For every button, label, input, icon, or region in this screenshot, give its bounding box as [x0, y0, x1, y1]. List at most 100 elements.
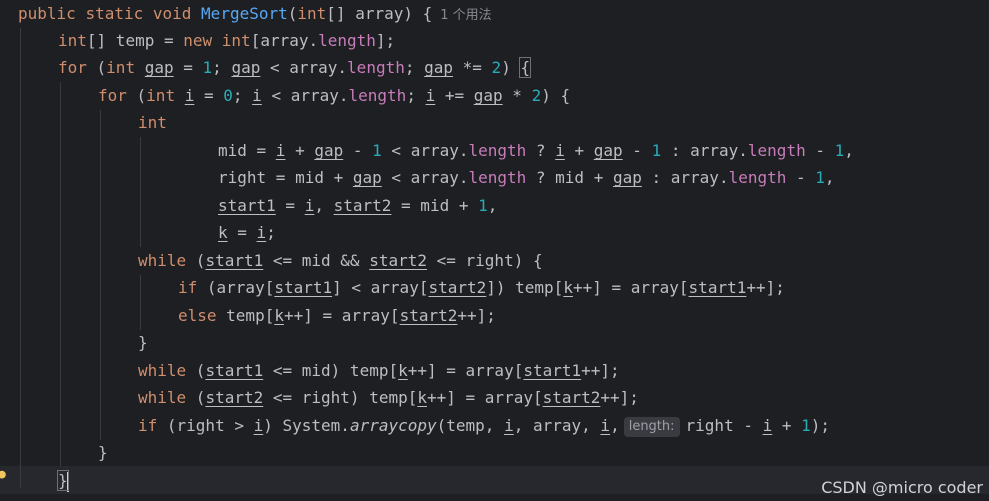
token: while — [138, 361, 187, 380]
code-line-7: right = mid + gap < array.length ? mid +… — [218, 164, 835, 192]
token: i — [275, 141, 286, 160]
code-line-4: for (int i = 0; i < array.length; i += g… — [98, 82, 570, 110]
code-editor[interactable]: ● public static void MergeSort(int[] arr… — [0, 0, 989, 501]
token: < array. — [381, 168, 469, 187]
token: start1 — [205, 251, 264, 270]
token: <= right) temp[ — [263, 388, 418, 407]
token: ( — [186, 251, 206, 270]
token: <= right) { — [427, 251, 543, 270]
token: start2 — [205, 388, 264, 407]
matched-brace: { — [519, 57, 532, 78]
token: <= mid && — [263, 251, 370, 270]
token: = — [194, 86, 224, 105]
token: if — [138, 416, 158, 435]
token: k — [417, 388, 427, 407]
token: [] array) { — [326, 4, 433, 23]
token: start1 — [523, 361, 582, 380]
token: if — [178, 278, 198, 297]
token: 1 — [651, 141, 662, 160]
token: void — [152, 4, 192, 23]
token: k — [274, 306, 284, 325]
token: ) System. — [263, 416, 350, 435]
token: ) — [501, 58, 521, 77]
token: gap — [473, 86, 503, 105]
code-line-15: while (start2 <= right) temp[k++] = arra… — [138, 384, 639, 412]
token: gap — [144, 58, 174, 77]
token: ( — [186, 361, 206, 380]
token: gap — [593, 141, 623, 160]
token: start1 — [688, 278, 747, 297]
token: length — [747, 141, 806, 160]
usages-hint[interactable]: 1 个用法 — [440, 8, 491, 23]
token: k — [398, 361, 408, 380]
code-line-6: mid = i + gap - 1 < array.length ? i + g… — [218, 137, 854, 165]
token: start1 — [274, 278, 333, 297]
token: 0 — [223, 86, 233, 105]
token: i — [425, 86, 436, 105]
token: mid = — [218, 141, 276, 160]
token: += — [435, 86, 474, 105]
token: gap — [314, 141, 344, 160]
indent-guide — [60, 82, 61, 466]
token: i — [762, 416, 773, 435]
token: ++] = array[ — [427, 388, 543, 407]
code-line-11: if (array[start1] < array[start2]) temp[… — [178, 274, 785, 302]
token: ) { — [541, 86, 571, 105]
token: ; — [404, 58, 425, 77]
lightbulb-icon[interactable]: ● — [0, 468, 6, 482]
token: gap — [352, 168, 382, 187]
code-line-9: k = i; — [218, 219, 276, 247]
token: for — [98, 86, 127, 105]
code-line-14: while (start1 <= mid) temp[k++] = array[… — [138, 357, 620, 385]
token: , — [610, 416, 620, 435]
watermark: CSDN @micro coder — [821, 478, 983, 497]
token: + — [285, 141, 315, 160]
token: ); — [810, 416, 831, 435]
token: + — [772, 416, 802, 435]
token: ++] = array[ — [407, 361, 524, 380]
token: temp[ — [216, 306, 275, 325]
token: length — [348, 86, 407, 105]
token: gap — [231, 58, 261, 77]
token: start1 — [218, 196, 276, 215]
token: : array. — [661, 141, 748, 160]
token: , — [844, 141, 854, 160]
token: , array, — [513, 416, 601, 435]
token: ]) temp[ — [486, 278, 564, 297]
token: 1 — [815, 168, 825, 187]
token: - — [805, 141, 835, 160]
token: = — [227, 223, 257, 242]
token: ++]; — [746, 278, 785, 297]
token: ? mid + — [526, 168, 613, 187]
token: k — [218, 223, 228, 242]
token: ++] = array[ — [283, 306, 400, 325]
token: (array[ — [197, 278, 275, 297]
token: right - — [685, 416, 763, 435]
indent-guide — [140, 275, 141, 330]
token: ( — [86, 58, 107, 77]
token: ; — [266, 223, 276, 242]
token: 2 — [531, 86, 542, 105]
token: : array. — [641, 168, 729, 187]
token: ] < array[ — [332, 278, 429, 297]
token: int — [58, 31, 87, 50]
token: , — [314, 196, 334, 215]
indent-guide — [20, 28, 21, 488]
token: right = mid + — [218, 168, 353, 187]
code-line-1: public static void MergeSort(int[] array… — [18, 0, 492, 28]
token: [] temp = — [86, 31, 184, 50]
token: gap — [612, 168, 642, 187]
token: + — [564, 141, 594, 160]
token: ? — [526, 141, 556, 160]
token: while — [138, 251, 187, 270]
token: 1 — [834, 141, 845, 160]
token: i — [184, 86, 195, 105]
token: i — [252, 86, 262, 105]
token: start2 — [428, 278, 487, 297]
code-line-18: } — [57, 467, 69, 495]
token: 1 — [202, 58, 213, 77]
token: (temp, — [436, 416, 505, 435]
token: int — [146, 86, 176, 105]
token: length — [347, 58, 405, 77]
token: int — [221, 31, 251, 50]
